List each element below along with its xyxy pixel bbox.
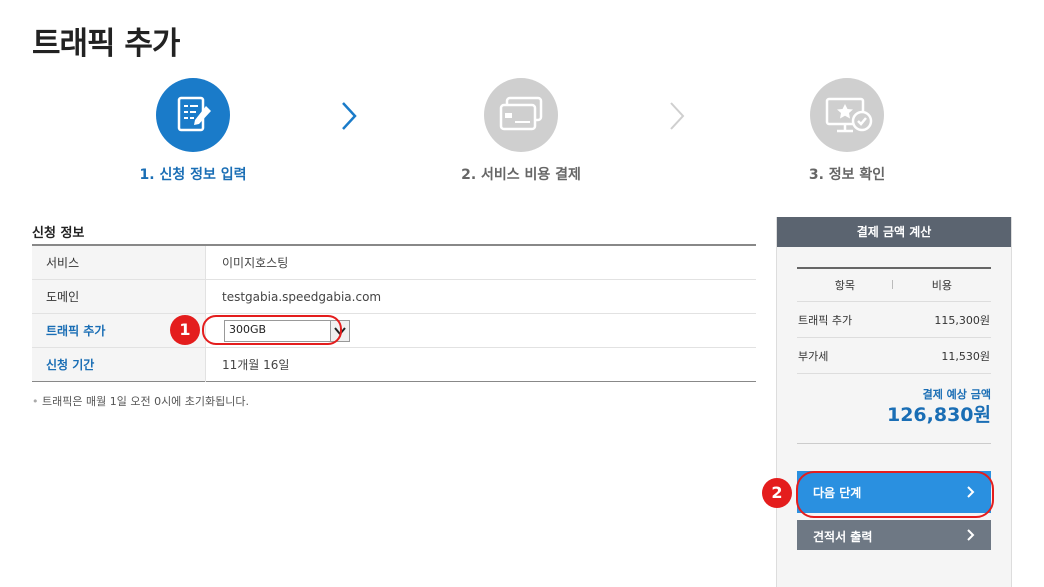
domain-value: testgabia.speedgabia.com xyxy=(205,279,756,314)
print-estimate-label: 견적서 출력 xyxy=(813,530,873,544)
divider xyxy=(797,443,991,444)
domain-label: 도메인 xyxy=(32,279,206,314)
annotation-badge-2: 2 xyxy=(762,478,792,508)
table-row: 신청 기간 11개월 16일 xyxy=(32,347,756,382)
annotation-badge-1: 1 xyxy=(170,315,200,345)
total-value: 126,830원 xyxy=(886,404,991,426)
service-label: 서비스 xyxy=(32,245,206,280)
step-2-label: 2. 서비스 비용 결제 xyxy=(461,167,581,183)
step-2-circle xyxy=(484,78,558,152)
item-name: 부가세 xyxy=(797,337,893,374)
table-row: 서비스 이미지호스팅 xyxy=(32,245,756,280)
step-3-circle xyxy=(810,78,884,152)
reset-notice-text: 트래픽은 매월 1일 오전 0시에 초기화됩니다. xyxy=(42,395,250,408)
period-value: 11개월 16일 xyxy=(222,358,290,372)
section-title: 신청 정보 xyxy=(32,226,85,241)
print-estimate-button[interactable]: 견적서 출력 xyxy=(797,520,991,550)
step-1-label: 1. 신청 정보 입력 xyxy=(139,167,247,183)
table-row: 부가세 11,530원 xyxy=(797,337,991,374)
page-title: 트래픽 추가 xyxy=(32,26,180,62)
step-1-application-info: 1. 신청 정보 입력 xyxy=(103,78,283,184)
col-item-header: 항목 xyxy=(797,268,893,302)
chevron-right-icon xyxy=(967,520,975,550)
service-value: 이미지호스팅 xyxy=(205,245,756,280)
item-cost: 11,530원 xyxy=(892,337,991,374)
step-3-label: 3. 정보 확인 xyxy=(808,167,886,183)
step-arrow-2-icon xyxy=(670,102,685,130)
reset-notice: • 트래픽은 매월 1일 오전 0시에 초기화됩니다. xyxy=(32,393,249,409)
step-3-confirmation: 3. 정보 확인 xyxy=(757,78,937,184)
annotation-highlight-next xyxy=(796,471,994,518)
monitor-check-icon xyxy=(825,97,873,133)
table-row: 트래픽 추가 300GB xyxy=(32,313,756,348)
application-info-table: 서비스 이미지호스팅 도메인 testgabia.speedgabia.com … xyxy=(32,244,756,382)
table-header-row: 항목 비용 xyxy=(797,268,991,302)
credit-card-icon xyxy=(499,96,543,131)
payment-calculation-panel: 결제 금액 계산 항목 비용 트래픽 추가 115,300원 부가세 11,53… xyxy=(776,217,1012,587)
step-2-payment: 2. 서비스 비용 결제 xyxy=(431,78,611,184)
table-row: 트래픽 추가 115,300원 xyxy=(797,301,991,338)
payment-panel-header: 결제 금액 계산 xyxy=(777,217,1011,247)
bullet-icon: • xyxy=(32,395,39,408)
item-name: 트래픽 추가 xyxy=(797,301,893,338)
annotation-highlight-select xyxy=(202,315,342,345)
form-edit-icon xyxy=(177,96,211,132)
item-cost: 115,300원 xyxy=(892,301,991,338)
payment-items-table: 항목 비용 트래픽 추가 115,300원 부가세 11,530원 xyxy=(797,267,991,374)
col-cost-header: 비용 xyxy=(892,268,991,302)
period-label: 신청 기간 xyxy=(32,347,206,382)
step-1-circle xyxy=(156,78,230,152)
table-row: 도메인 testgabia.speedgabia.com xyxy=(32,279,756,314)
step-arrow-1-icon xyxy=(342,102,357,130)
